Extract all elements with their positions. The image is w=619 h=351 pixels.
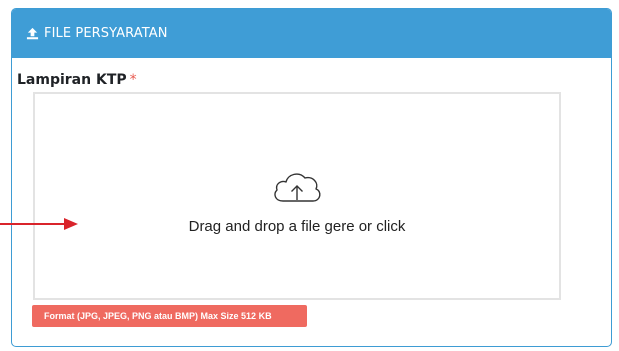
panel-title: FILE PERSYARATAN <box>44 26 168 41</box>
upload-icon <box>26 27 39 40</box>
format-hint-badge: Format (JPG, JPEG, PNG atau BMP) Max Siz… <box>32 305 307 327</box>
ktp-attachment-label: Lampiran KTP * <box>17 72 137 88</box>
file-dropzone[interactable]: Drag and drop a file gere or click <box>33 92 561 300</box>
cloud-upload-icon <box>274 173 321 202</box>
required-marker: * <box>129 72 137 88</box>
annotation-arrow-icon <box>0 218 78 230</box>
field-label-text: Lampiran KTP <box>17 72 127 88</box>
panel-header: FILE PERSYARATAN <box>12 9 611 58</box>
dropzone-message: Drag and drop a file gere or click <box>188 218 406 235</box>
